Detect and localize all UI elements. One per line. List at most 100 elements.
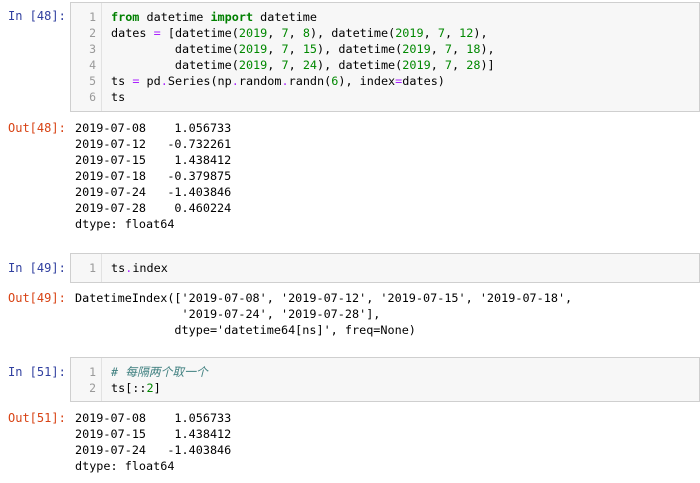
code-token: , — [430, 58, 445, 72]
code-token: datetime — [253, 10, 317, 24]
code-token: import — [210, 10, 254, 24]
code-token: ] — [153, 381, 161, 395]
code-line: datetime(2019, 7, 24), datetime(2019, 7,… — [111, 57, 695, 73]
code-token: 7 — [281, 26, 289, 40]
code-token: [datetime( — [160, 26, 239, 40]
line-number: 1 — [89, 10, 96, 24]
code-token: 8 — [302, 26, 310, 40]
output-line: 2019-07-08 1.056733 — [75, 121, 232, 135]
code-line: ts — [111, 89, 695, 105]
code-token: , — [267, 58, 282, 72]
code-token: index — [132, 261, 168, 275]
code-token: dates — [111, 26, 154, 40]
output-line: 2019-07-12 -0.732261 — [75, 137, 232, 151]
line-number: 1 — [89, 261, 96, 275]
output-line: dtype: float64 — [75, 459, 175, 473]
input-prompt: In [51]: — [8, 365, 66, 379]
line-number: 1 — [89, 365, 96, 379]
output-line: 2019-07-24 -1.403846 — [75, 185, 232, 199]
code-line: from datetime import datetime — [111, 9, 695, 25]
code-token: 2019 — [238, 42, 268, 56]
input-prompt: In [48]: — [8, 9, 66, 23]
output-prompt: Out[49]: — [8, 291, 66, 305]
code-token: , — [267, 42, 282, 56]
code-token: ts — [111, 74, 133, 88]
line-number: 2 — [89, 381, 96, 395]
code-token: . — [281, 74, 289, 88]
code-token: datetime( — [111, 42, 239, 56]
code-editor[interactable]: 1 2 3 4 5 6 from datetime import datetim… — [70, 2, 700, 112]
output-line: dtype='datetime64[ns]', freq=None) — [75, 323, 416, 337]
code-token: , — [452, 42, 467, 56]
code-token: )] — [480, 58, 495, 72]
code-token: 7 — [444, 42, 453, 56]
code-token: 7 — [444, 58, 453, 72]
output-line: '2019-07-24', '2019-07-28'], — [75, 307, 381, 321]
code-token: ), datetime( — [309, 26, 396, 40]
code-token: datetime — [139, 10, 211, 24]
code-token: 28 — [466, 58, 481, 72]
code-token: 7 — [437, 26, 445, 40]
code-token: ts[:: — [111, 381, 147, 395]
code-token: , — [288, 42, 303, 56]
code-token: Series(np — [167, 74, 232, 88]
code-token: # 每隔两个取一个 — [111, 365, 208, 379]
code-token: 24 — [302, 58, 318, 72]
output-line: 2019-07-08 1.056733 — [75, 411, 232, 425]
code-token: ), datetime( — [317, 42, 403, 56]
output-prompt: Out[51]: — [8, 411, 66, 425]
code-token: pd — [139, 74, 161, 88]
code-token: randn( — [288, 74, 332, 88]
code-editor[interactable]: 1 ts.index — [70, 253, 700, 283]
code-token: random — [238, 74, 282, 88]
line-number-gutter: 1 2 3 4 5 6 — [71, 3, 102, 111]
line-number: 6 — [89, 90, 96, 104]
line-number-gutter: 1 2 — [71, 358, 102, 401]
code-line: datetime(2019, 7, 15), datetime(2019, 7,… — [111, 41, 695, 57]
output-line: 2019-07-28 0.460224 — [75, 201, 232, 215]
code-token: from — [111, 10, 140, 24]
code-token: , — [288, 26, 303, 40]
output-line: 2019-07-15 1.438412 — [75, 153, 232, 167]
code-editor[interactable]: 1 2 # 每隔两个取一个 ts[::2] — [70, 357, 700, 402]
code-token: 2019 — [395, 26, 424, 40]
output-line: 2019-07-15 1.438412 — [75, 427, 232, 441]
code-token: , — [267, 26, 282, 40]
code-token: datetime( — [111, 58, 239, 72]
code-token: 18 — [466, 42, 481, 56]
line-number: 5 — [89, 74, 96, 88]
code-token: 12 — [459, 26, 474, 40]
code-token: 2019 — [402, 58, 431, 72]
line-number: 3 — [89, 42, 96, 56]
code-token: ts — [111, 90, 126, 104]
code-token: , — [444, 26, 460, 40]
line-number-gutter: 1 — [71, 254, 102, 282]
code-token: ), datetime( — [317, 58, 403, 72]
line-number: 2 — [89, 26, 96, 40]
code-line: ts.index — [111, 260, 695, 276]
output-line: 2019-07-24 -1.403846 — [75, 443, 232, 457]
code-token: 7 — [281, 42, 289, 56]
code-token: 2019 — [402, 42, 431, 56]
code-token: ), — [473, 26, 488, 40]
code-token: , — [430, 42, 445, 56]
code-line: dates = [datetime(2019, 7, 8), datetime(… — [111, 25, 695, 41]
code-token: , — [452, 58, 467, 72]
code-token: ts — [111, 261, 126, 275]
code-token: ), index — [338, 74, 396, 88]
code-token: 7 — [281, 58, 289, 72]
code-token: 2019 — [238, 26, 268, 40]
code-token: 2019 — [238, 58, 268, 72]
code-token: , — [288, 58, 303, 72]
code-line: # 每隔两个取一个 — [111, 364, 695, 380]
output-line: 2019-07-18 -0.379875 — [75, 169, 232, 183]
output-prompt: Out[48]: — [8, 121, 66, 135]
input-prompt: In [49]: — [8, 261, 66, 275]
code-token: = — [153, 26, 161, 40]
code-line: ts = pd.Series(np.random.randn(6), index… — [111, 73, 695, 89]
code-token: ), — [480, 42, 495, 56]
code-token: 15 — [302, 42, 318, 56]
output-line: DatetimeIndex(['2019-07-08', '2019-07-12… — [75, 291, 573, 305]
line-number: 4 — [89, 58, 96, 72]
code-line: ts[::2] — [111, 380, 695, 396]
